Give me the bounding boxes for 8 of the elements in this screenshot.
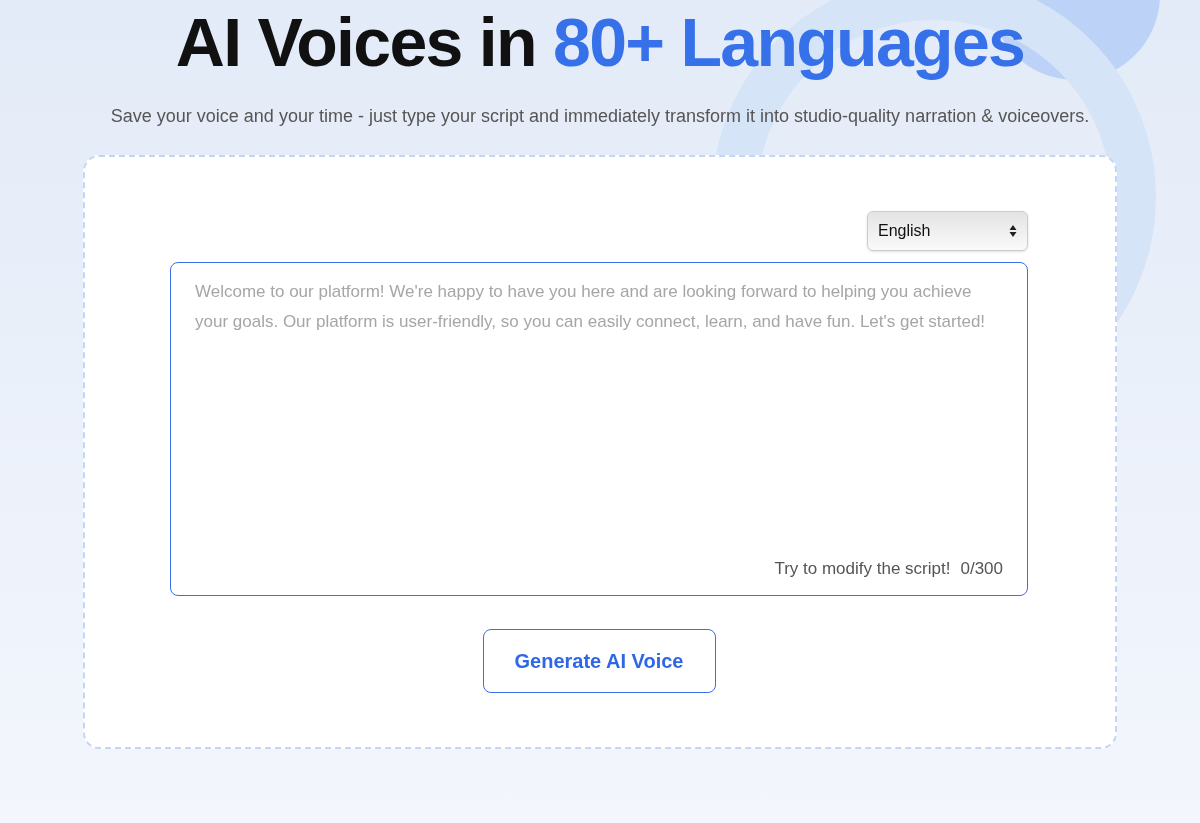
hero-title: AI Voices in 80+ Languages [175,3,1025,82]
generate-button[interactable]: Generate AI Voice [482,629,716,693]
script-field[interactable]: Welcome to our platform! We're happy to have you here and are looking forward to helping you achieve your goals. Our platform is user-friendly, so you can easily connect, learn, and have fun. Let's get started! Try to modify the script! 0/300 [170,262,1028,596]
hint-text: Try to modify the script! [774,557,951,580]
language-select[interactable]: English [867,211,1028,251]
hero-subtitle: Save your voice and your time - just type your script and immediately transform it into studio-quality narration & voiceovers. [110,105,1090,128]
character-counter: 0/300 [960,557,1003,580]
caret-icon [1009,224,1017,238]
